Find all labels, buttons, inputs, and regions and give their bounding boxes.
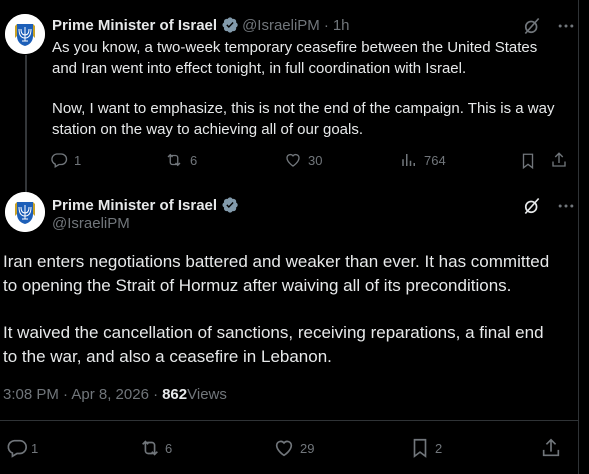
reply-button[interactable]: 1	[6, 437, 38, 459]
views-icon	[402, 154, 415, 166]
tweet2-text-line: to opening the Strait of Hormuz after wa…	[3, 276, 512, 295]
reply-button[interactable]: 1	[50, 151, 81, 169]
views-count: 862	[162, 386, 188, 403]
more-icon[interactable]	[556, 196, 576, 216]
grok-icon[interactable]	[522, 196, 542, 216]
like-icon	[275, 440, 293, 457]
tweet2-text-line: to the war, and also a ceasefire in Leba…	[3, 347, 332, 366]
more-icon[interactable]	[556, 16, 576, 36]
column-border	[578, 0, 579, 474]
bookmark-icon	[413, 438, 427, 458]
like-button[interactable]: 29	[273, 437, 314, 459]
author-name[interactable]: Prime Minister of Israel	[52, 17, 217, 34]
tweet2-text-line: It waived the cancellation of sanctions,…	[3, 323, 544, 342]
share-icon[interactable]	[540, 437, 562, 459]
tweet-time[interactable]: 1h	[333, 17, 350, 34]
author-handle[interactable]: @IsraeliPM	[52, 215, 130, 232]
reply-count: 1	[74, 152, 82, 168]
author-name[interactable]: Prime Minister of Israel	[52, 197, 217, 214]
share-icon[interactable]	[550, 151, 568, 169]
tweet-meta: 3:08 PM · Apr 8, 2026 · 862 Views	[3, 386, 227, 403]
tweet1-text-line: As you know, a two-week temporary ceasef…	[52, 39, 538, 56]
bookmark-button[interactable]: 2	[409, 437, 442, 459]
tweet2-header: Prime Minister of Israel	[52, 194, 242, 216]
thread-line	[25, 55, 27, 192]
repost-count: 6	[165, 440, 173, 456]
reply-icon	[51, 153, 68, 168]
tweet1-header: Prime Minister of Israel @IsraeliPM · 1h	[52, 14, 350, 36]
verified-badge-icon	[222, 17, 238, 33]
bookmark-icon[interactable]	[519, 152, 537, 170]
repost-icon	[167, 153, 181, 167]
tweet1-text-line: Now, I want to emphasize, this is not th…	[52, 100, 555, 117]
avatar[interactable]	[5, 192, 45, 232]
like-count: 29	[300, 440, 315, 456]
like-count: 30	[308, 152, 323, 168]
tweet1-text-line: and Iran went into effect tonight, in fu…	[52, 60, 467, 77]
tweet1-text-line: station on the way to achieving all of o…	[52, 121, 364, 138]
verified-badge-icon	[222, 197, 238, 213]
views-button[interactable]: 764	[400, 151, 446, 169]
views-count: 764	[424, 152, 446, 168]
tweet2-text-line: Iran enters negotiations battered and we…	[3, 252, 550, 271]
grok-icon[interactable]	[522, 16, 542, 36]
author-handle[interactable]: @IsraeliPM	[242, 17, 320, 34]
menorah-emblem-icon	[5, 192, 45, 232]
repost-count: 6	[190, 152, 198, 168]
menorah-emblem-icon	[5, 14, 45, 54]
avatar[interactable]	[5, 14, 45, 54]
tweet-timestamp[interactable]: 3:08 PM · Apr 8, 2026 ·	[3, 386, 158, 403]
reply-icon	[7, 439, 27, 458]
divider	[0, 420, 578, 421]
bookmark-count: 2	[435, 440, 443, 456]
views-label: Views	[187, 386, 227, 403]
repost-icon	[142, 440, 158, 456]
reply-count: 1	[31, 440, 39, 456]
like-icon	[286, 153, 300, 167]
time-separator: ·	[323, 16, 329, 34]
like-button[interactable]: 30	[284, 151, 322, 169]
repost-button[interactable]: 6	[138, 437, 172, 459]
repost-button[interactable]: 6	[164, 151, 197, 169]
